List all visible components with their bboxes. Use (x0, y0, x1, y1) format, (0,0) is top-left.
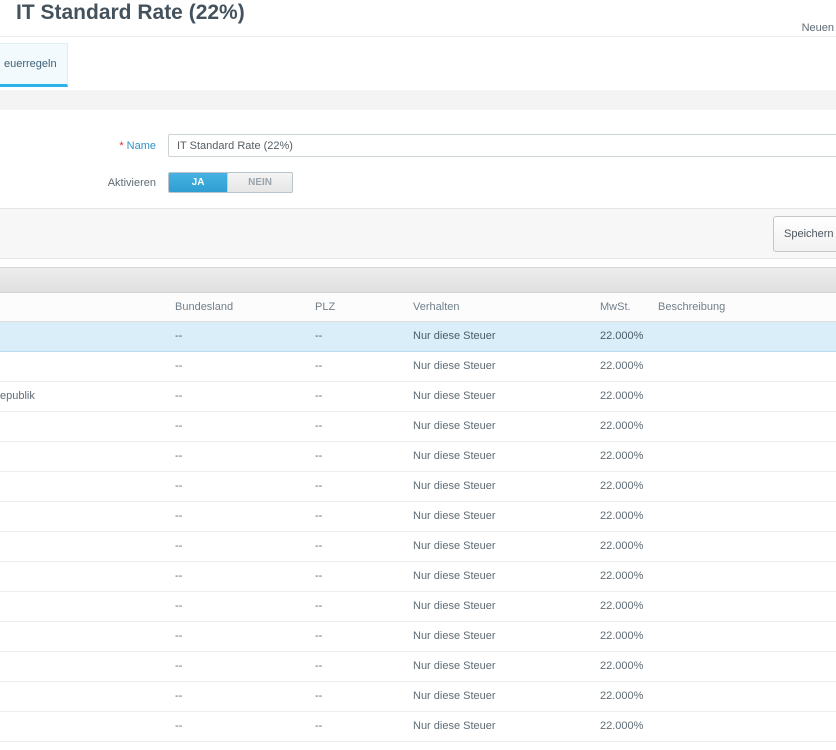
toggle-yes-button[interactable]: JA (169, 173, 228, 192)
cell-mwst: 22.000% (600, 510, 644, 522)
cell-verhalten: Nur diese Steuer (413, 330, 496, 342)
cell-mwst: 22.000% (600, 690, 644, 702)
table-row[interactable]: -- -- Nur diese Steuer 22.000% (0, 412, 836, 442)
cell-bundesland: -- (175, 720, 183, 732)
aktivieren-field-label: Aktivieren (0, 177, 156, 189)
cell-verhalten: Nur diese Steuer (413, 540, 496, 552)
cell-verhalten: Nur diese Steuer (413, 720, 496, 732)
table-row[interactable]: -- -- Nur diese Steuer 22.000% (0, 712, 836, 742)
cell-plz: -- (315, 420, 323, 432)
cell-bundesland: -- (175, 540, 183, 552)
cell-bundesland: -- (175, 450, 183, 462)
cell-bundesland: -- (175, 690, 183, 702)
cell-mwst: 22.000% (600, 450, 644, 462)
required-asterisk: * (119, 140, 124, 152)
cell-verhalten: Nur diese Steuer (413, 420, 496, 432)
cell-bundesland: -- (175, 660, 183, 672)
save-button[interactable]: Speichern un (773, 216, 836, 252)
cell-bundesland: -- (175, 390, 183, 402)
column-header-mwst[interactable]: MwSt. (600, 293, 655, 322)
cell-plz: -- (315, 450, 323, 462)
cell-plz: -- (315, 360, 323, 372)
form-toolbar: Speichern un (0, 208, 836, 259)
cell-mwst: 22.000% (600, 720, 644, 732)
cell-mwst: 22.000% (600, 600, 644, 612)
table-body: -- -- Nur diese Steuer 22.000% -- -- Nur… (0, 322, 836, 750)
table-row[interactable]: -- -- Nur diese Steuer 22.000% (0, 352, 836, 382)
aktivieren-label-text: Aktivieren (107, 177, 156, 189)
cell-plz: -- (315, 330, 323, 342)
tab-steuerregeln[interactable]: euerregeln (0, 43, 68, 87)
tax-rate-form: *Name Aktivieren JA NEIN (0, 110, 836, 208)
cell-plz: -- (315, 660, 323, 672)
cell-bundesland: -- (175, 420, 183, 432)
cell-plz: -- (315, 540, 323, 552)
cell-verhalten: Nur diese Steuer (413, 570, 496, 582)
cell-verhalten: Nur diese Steuer (413, 660, 496, 672)
cell-bundesland: -- (175, 480, 183, 492)
aktivieren-toggle[interactable]: JA NEIN (168, 172, 293, 193)
table-row[interactable]: -- -- Nur diese Steuer 22.000% (0, 442, 836, 472)
tax-rate-detail-page: IT Standard Rate (22%) Neuen euerregeln … (0, 0, 836, 750)
table-row[interactable]: -- -- Nur diese Steuer 22.000% (0, 682, 836, 712)
cell-mwst: 22.000% (600, 330, 644, 342)
toggle-no-button[interactable]: NEIN (227, 173, 292, 192)
cell-bundesland: -- (175, 360, 183, 372)
cell-bundesland: -- (175, 570, 183, 582)
name-label-text: Name (126, 140, 156, 152)
cell-plz: -- (315, 510, 323, 522)
cell-mwst: 22.000% (600, 480, 644, 492)
cell-verhalten: Nur diese Steuer (413, 690, 496, 702)
cell-plz: -- (315, 630, 323, 642)
cell-plz: -- (315, 690, 323, 702)
cell-verhalten: Nur diese Steuer (413, 510, 496, 522)
cell-plz: -- (315, 720, 323, 732)
cell-mwst: 22.000% (600, 660, 644, 672)
cell-bundesland: -- (175, 600, 183, 612)
column-header-bundesland[interactable]: Bundesland (175, 293, 305, 322)
cell-verhalten: Nur diese Steuer (413, 630, 496, 642)
cell-mwst: 22.000% (600, 390, 644, 402)
name-field-label: * Name (0, 140, 156, 152)
grid-toolbar-band (0, 267, 836, 293)
new-button[interactable]: Neuen (802, 22, 834, 34)
cell-mwst: 22.000% (600, 420, 644, 432)
table-row[interactable]: -- -- Nur diese Steuer 22.000% (0, 472, 836, 502)
table-row[interactable]: -- -- Nur diese Steuer 22.000% (0, 562, 836, 592)
tab-steuerregeln-label: euerregeln (4, 58, 57, 70)
page-header: IT Standard Rate (22%) Neuen (0, 0, 836, 37)
table-row[interactable]: -- -- Nur diese Steuer 22.000% (0, 502, 836, 532)
page-title: IT Standard Rate (22%) (16, 1, 245, 24)
cell-plz: -- (315, 600, 323, 612)
cell-country: epublik (0, 390, 35, 402)
cell-verhalten: Nur diese Steuer (413, 450, 496, 462)
cell-mwst: 22.000% (600, 540, 644, 552)
table-row[interactable]: -- -- Nur diese Steuer 22.000% (0, 322, 836, 352)
cell-mwst: 22.000% (600, 630, 644, 642)
table-row[interactable]: -- -- Nur diese Steuer 22.000% (0, 592, 836, 622)
panel-top-strip (0, 90, 836, 110)
tab-bar: euerregeln (0, 37, 836, 90)
cell-mwst: 22.000% (600, 360, 644, 372)
cell-plz: -- (315, 390, 323, 402)
cell-bundesland: -- (175, 330, 183, 342)
cell-bundesland: -- (175, 630, 183, 642)
table-row[interactable]: -- -- Nur diese Steuer 22.000% (0, 622, 836, 652)
column-header-beschreibung[interactable]: Beschreibung (658, 293, 833, 322)
cell-verhalten: Nur diese Steuer (413, 390, 496, 402)
table-row[interactable]: -- -- Nur diese Steuer 22.000% (0, 532, 836, 562)
cell-plz: -- (315, 570, 323, 582)
cell-verhalten: Nur diese Steuer (413, 600, 496, 612)
table-header: Bundesland PLZ Verhalten MwSt. Beschreib… (0, 293, 836, 322)
column-header-verhalten[interactable]: Verhalten (413, 293, 593, 322)
cell-verhalten: Nur diese Steuer (413, 360, 496, 372)
cell-mwst: 22.000% (600, 570, 644, 582)
cell-bundesland: -- (175, 510, 183, 522)
cell-plz: -- (315, 480, 323, 492)
table-row[interactable]: epublik -- -- Nur diese Steuer 22.000% (0, 382, 836, 412)
table-row[interactable]: -- -- Nur diese Steuer 22.000% (0, 652, 836, 682)
name-input[interactable] (168, 134, 836, 157)
cell-verhalten: Nur diese Steuer (413, 480, 496, 492)
column-header-plz[interactable]: PLZ (315, 293, 405, 322)
